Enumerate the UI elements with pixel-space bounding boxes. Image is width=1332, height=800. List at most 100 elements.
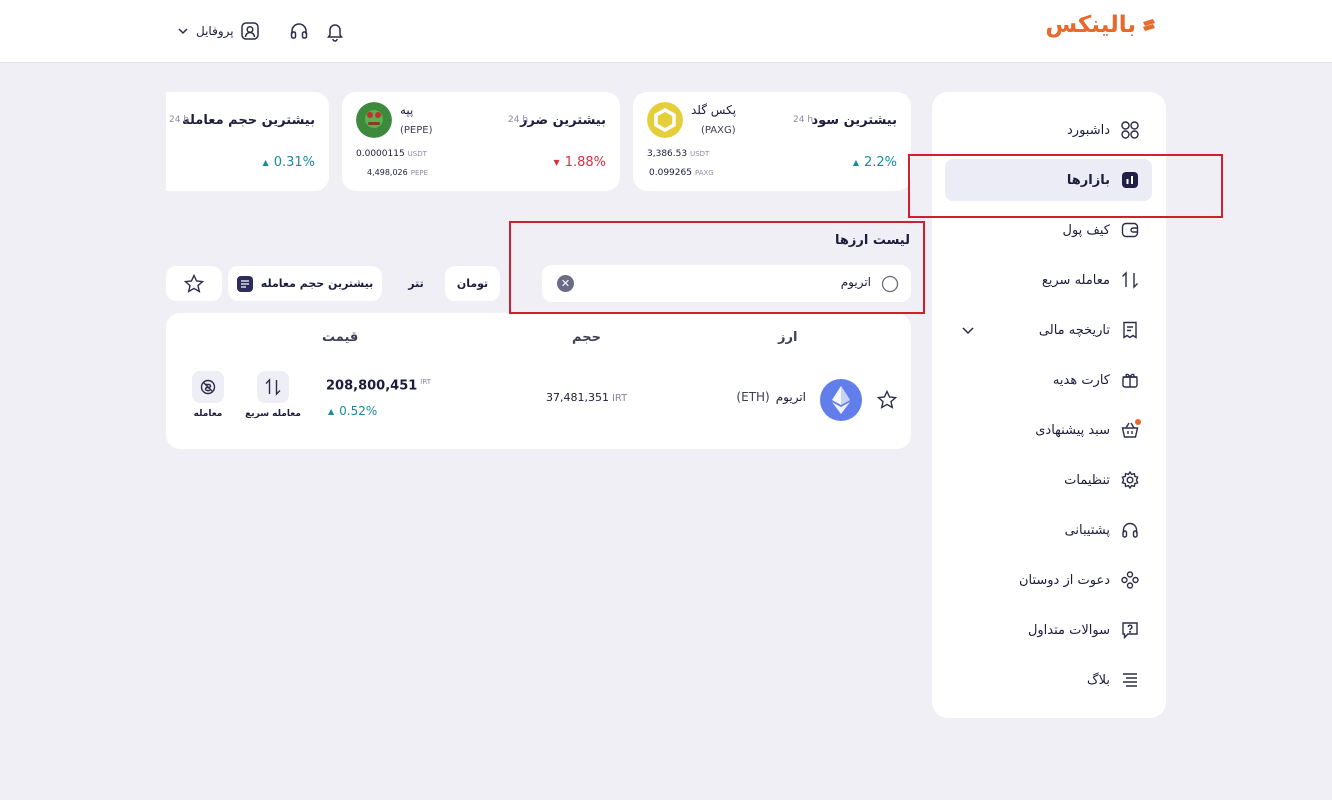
favorites-filter-button[interactable] [166, 266, 222, 301]
change-percent: 0.31% ▲ [263, 155, 315, 170]
sidebar-item-history[interactable]: تاریخچه مالی [945, 309, 1152, 351]
coin-amount: 4,498,026 PEPE [367, 168, 428, 177]
sidebar-item-wallet[interactable]: کیف پول [945, 209, 1152, 251]
question-icon [1122, 622, 1138, 640]
change-percent: 1.88% ▼ [554, 155, 606, 170]
sidebar-item-label: سوالات متداول [1027, 622, 1110, 638]
price-value: 0.0000115 [356, 149, 405, 159]
tether-filter-tab[interactable]: تتر [391, 266, 441, 301]
sidebar-item-label: دعوت از دوستان [1018, 572, 1110, 588]
card-title: بیشترین ضرر [519, 113, 606, 128]
sidebar-item-invite[interactable]: دعوت از دوستان [945, 559, 1152, 601]
sidebar-item-label: معامله سریع [1041, 272, 1110, 288]
change-value: 2.2% [863, 155, 897, 170]
price-unit: IRT [420, 378, 431, 386]
sidebar-item-faq[interactable]: سوالات متداول [945, 609, 1152, 651]
quick-trade-button[interactable]: معامله سریع [243, 371, 303, 419]
sidebar-item-label: بازارها [1066, 172, 1110, 188]
trade-button[interactable]: معامله [178, 371, 238, 419]
sidebar-item-label: تنظیمات [1064, 472, 1110, 488]
sidebar-item-label: سبد پیشنهادی [1035, 422, 1110, 438]
asset-symbol: (ETH) [736, 390, 770, 404]
quick-trade-icon-box [257, 371, 289, 403]
trade-label: معامله [193, 409, 223, 419]
profile-label: پروفایل [196, 24, 234, 38]
column-header-price: قیمت [322, 330, 359, 345]
price-unit: USDT [407, 150, 427, 158]
favorite-star-icon[interactable] [876, 389, 898, 411]
asset-name: اتریوم (ETH) [736, 390, 806, 404]
toman-filter-tab[interactable]: تومان [445, 266, 500, 301]
price-value: 208,800,451 [326, 378, 418, 394]
quick-trade-label: معامله سریع [245, 409, 301, 419]
chevron-down-icon[interactable] [960, 322, 976, 338]
period-label: 24 h [169, 115, 190, 125]
triangle-up-icon: ▲ [852, 158, 859, 167]
asset-fa-name: اتریوم [775, 390, 806, 404]
sidebar-item-markets[interactable]: بازارها [945, 159, 1152, 201]
notification-dot [1135, 419, 1141, 425]
list-title: لیست ارزها [834, 233, 910, 248]
clear-search-button[interactable]: ✕ [557, 275, 574, 292]
sidebar-item-label: داشبورد [1067, 122, 1110, 138]
ethereum-logo-icon [820, 379, 862, 421]
amount-unit: PEPE [410, 169, 429, 177]
bell-icon[interactable] [324, 20, 346, 42]
triangle-down-icon: ▼ [553, 158, 560, 167]
coin-symbol: (PEPE) [400, 125, 433, 136]
search-icon [881, 275, 899, 293]
volume-unit: IRT [611, 393, 628, 404]
trade-icon-box [192, 371, 224, 403]
sort-dropdown[interactable]: بیشترین حجم معامله [228, 266, 382, 301]
top-loser-card[interactable]: بیشترین ضرر 24 h 1.88% ▼ پپه (PEPE) 0.00… [342, 92, 620, 191]
people-icon [1121, 571, 1139, 589]
search-box[interactable]: اتریوم ✕ [542, 265, 911, 302]
card-title: بیشترین حجم معامله [182, 113, 315, 128]
sidebar-item-support[interactable]: پشتیبانی [945, 509, 1152, 551]
sidebar-item-label: پشتیبانی [1064, 522, 1110, 538]
coin-name: پکس گلد [691, 103, 737, 117]
sidebar-item-dashboard[interactable]: داشبورد [945, 109, 1152, 151]
sidebar-nav: داشبورد بازارها کیف پول معامله سریع تاری… [932, 92, 1166, 718]
coin-price: 0.0000115 USDT [356, 149, 427, 159]
search-input[interactable]: اتریوم [841, 275, 871, 289]
top-volume-card[interactable]: بیشترین حجم معامله 24 h 0.31% ▲ [150, 92, 329, 191]
amount-value: 0.099265 [649, 168, 692, 178]
triangle-up-icon: ▲ [262, 158, 269, 167]
price-value: 3,386.53 [647, 149, 688, 159]
change-percent: 2.2% ▲ [853, 155, 897, 170]
amount-unit: PAXG [694, 169, 714, 177]
markets-table: ارز حجم قیمت اتریوم (ETH) 37,481,351 IRT … [166, 313, 911, 449]
headset-icon[interactable] [288, 20, 310, 42]
change-value: 0.52% [339, 404, 378, 418]
price-change: ▲ 0.52% [328, 404, 377, 418]
chevron-down-icon [178, 28, 188, 35]
brand-logo[interactable]: بالینکس [1045, 12, 1158, 38]
profile-menu[interactable]: پروفایل [176, 19, 260, 43]
sidebar-item-label: کیف پول [1062, 222, 1110, 238]
sidebar-item-settings[interactable]: تنظیمات [945, 459, 1152, 501]
paxg-logo-icon [647, 102, 683, 138]
coin-amount: 0.099265 PAXG [649, 168, 714, 178]
swap-icon [1122, 271, 1138, 289]
price-cell: 208,800,451 IRT [326, 378, 431, 393]
card-title: بیشترین سود [811, 113, 897, 128]
gift-icon [1122, 373, 1138, 388]
star-icon [183, 273, 205, 293]
sidebar-item-basket[interactable]: سبد پیشنهادی [945, 409, 1152, 451]
sidebar-item-blog[interactable]: بلاگ [945, 659, 1152, 701]
column-header-asset: ارز [778, 330, 798, 345]
top-gainer-card[interactable]: بیشترین سود 24 h 2.2% ▲ پکس گلد (PAXG) 3… [633, 92, 911, 191]
price-unit: USDT [690, 150, 710, 158]
wallet-icon [1121, 222, 1139, 238]
pepe-logo-icon [356, 102, 392, 138]
volume-value: 37,481,351 [546, 391, 609, 404]
change-value: 1.88% [564, 155, 606, 170]
sidebar-item-quick-trade[interactable]: معامله سریع [945, 259, 1152, 301]
receipt-icon [1123, 321, 1137, 339]
sidebar-item-label: کارت هدیه [1052, 372, 1110, 388]
sidebar-item-gift-card[interactable]: کارت هدیه [945, 359, 1152, 401]
user-avatar-icon [240, 22, 259, 40]
period-label: 24 h [508, 115, 529, 125]
column-header-volume: حجم [572, 330, 601, 345]
